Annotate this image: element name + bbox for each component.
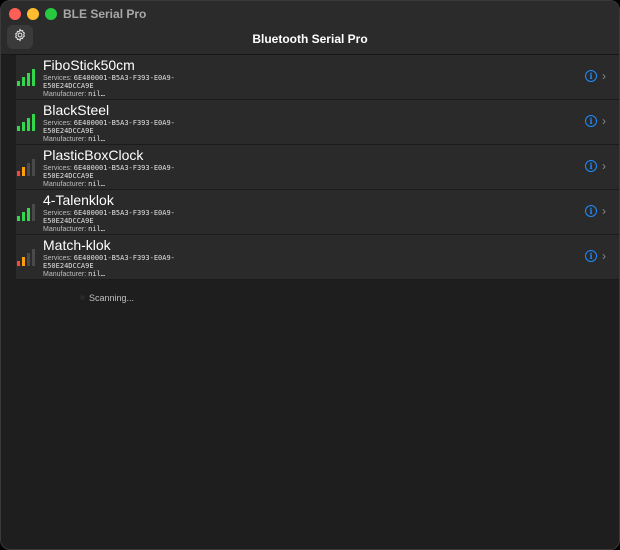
navigation-bar: Bluetooth Serial Pro <box>1 25 619 55</box>
signal-strength-icon <box>17 203 39 221</box>
device-manufacturer: Manufacturer: nil… <box>43 90 105 98</box>
scanning-spinner-icon <box>80 295 85 300</box>
signal-bar <box>32 69 35 86</box>
chevron-right-icon[interactable]: › <box>602 249 606 263</box>
chevron-right-icon[interactable]: › <box>602 69 606 83</box>
device-name: PlasticBoxClock <box>43 147 144 163</box>
signal-strength-icon <box>17 113 39 131</box>
device-name: FiboStick50cm <box>43 57 135 73</box>
chevron-right-icon[interactable]: › <box>602 114 606 128</box>
signal-bar <box>27 253 30 266</box>
device-services-continued: E50E24DCCA9E <box>43 82 94 90</box>
info-icon[interactable]: i <box>585 70 597 82</box>
signal-bar <box>27 118 30 131</box>
signal-bar <box>32 159 35 176</box>
device-row-0[interactable]: FiboStick50cm Services: 6E400001-B5A3-F3… <box>16 55 619 100</box>
device-manufacturer: Manufacturer: nil… <box>43 270 105 278</box>
device-name: Match-klok <box>43 237 111 253</box>
signal-bar <box>17 216 20 221</box>
signal-bar <box>22 122 25 131</box>
signal-strength-icon <box>17 248 39 266</box>
signal-bar <box>17 126 20 131</box>
device-services-continued: E50E24DCCA9E <box>43 217 94 225</box>
device-manufacturer: Manufacturer: nil… <box>43 135 105 143</box>
close-window-button[interactable] <box>9 8 21 20</box>
signal-bar <box>32 114 35 131</box>
signal-bar <box>27 208 30 221</box>
device-row-2[interactable]: PlasticBoxClock Services: 6E400001-B5A3-… <box>16 145 619 190</box>
app-window: BLE Serial Pro Bluetooth Serial Pro Fibo… <box>0 0 620 550</box>
signal-bar <box>17 171 20 176</box>
device-row-3[interactable]: 4-Talenklok Services: 6E400001-B5A3-F393… <box>16 190 619 235</box>
signal-bar <box>32 249 35 266</box>
page-title: Bluetooth Serial Pro <box>252 32 368 46</box>
info-icon[interactable]: i <box>585 115 597 127</box>
signal-bar <box>27 163 30 176</box>
signal-bar <box>32 204 35 221</box>
scanning-status: Scanning... <box>89 293 135 303</box>
info-icon[interactable]: i <box>585 205 597 217</box>
info-icon[interactable]: i <box>585 250 597 262</box>
title-bar: BLE Serial Pro <box>1 1 619 27</box>
signal-bar <box>22 77 25 86</box>
signal-bar <box>17 81 20 86</box>
device-manufacturer: Manufacturer: nil… <box>43 225 105 233</box>
device-manufacturer: Manufacturer: nil… <box>43 180 105 188</box>
device-services-continued: E50E24DCCA9E <box>43 262 94 270</box>
signal-bar <box>17 261 20 266</box>
chevron-right-icon[interactable]: › <box>602 204 606 218</box>
device-services-continued: E50E24DCCA9E <box>43 172 94 180</box>
zoom-window-button[interactable] <box>45 8 57 20</box>
device-services-continued: E50E24DCCA9E <box>43 127 94 135</box>
window-title: BLE Serial Pro <box>63 7 147 21</box>
info-icon[interactable]: i <box>585 160 597 172</box>
device-list: FiboStick50cm Services: 6E400001-B5A3-F3… <box>16 55 619 280</box>
chevron-right-icon[interactable]: › <box>602 159 606 173</box>
signal-bar <box>22 212 25 221</box>
signal-bar <box>22 257 25 266</box>
signal-bar <box>22 167 25 176</box>
device-row-1[interactable]: BlackSteel Services: 6E400001-B5A3-F393-… <box>16 100 619 145</box>
signal-bar <box>27 73 30 86</box>
minimize-window-button[interactable] <box>27 8 39 20</box>
device-name: 4-Talenklok <box>43 192 114 208</box>
signal-strength-icon <box>17 68 39 86</box>
device-name: BlackSteel <box>43 102 110 118</box>
device-row-4[interactable]: Match-klok Services: 6E400001-B5A3-F393-… <box>16 235 619 280</box>
signal-strength-icon <box>17 158 39 176</box>
